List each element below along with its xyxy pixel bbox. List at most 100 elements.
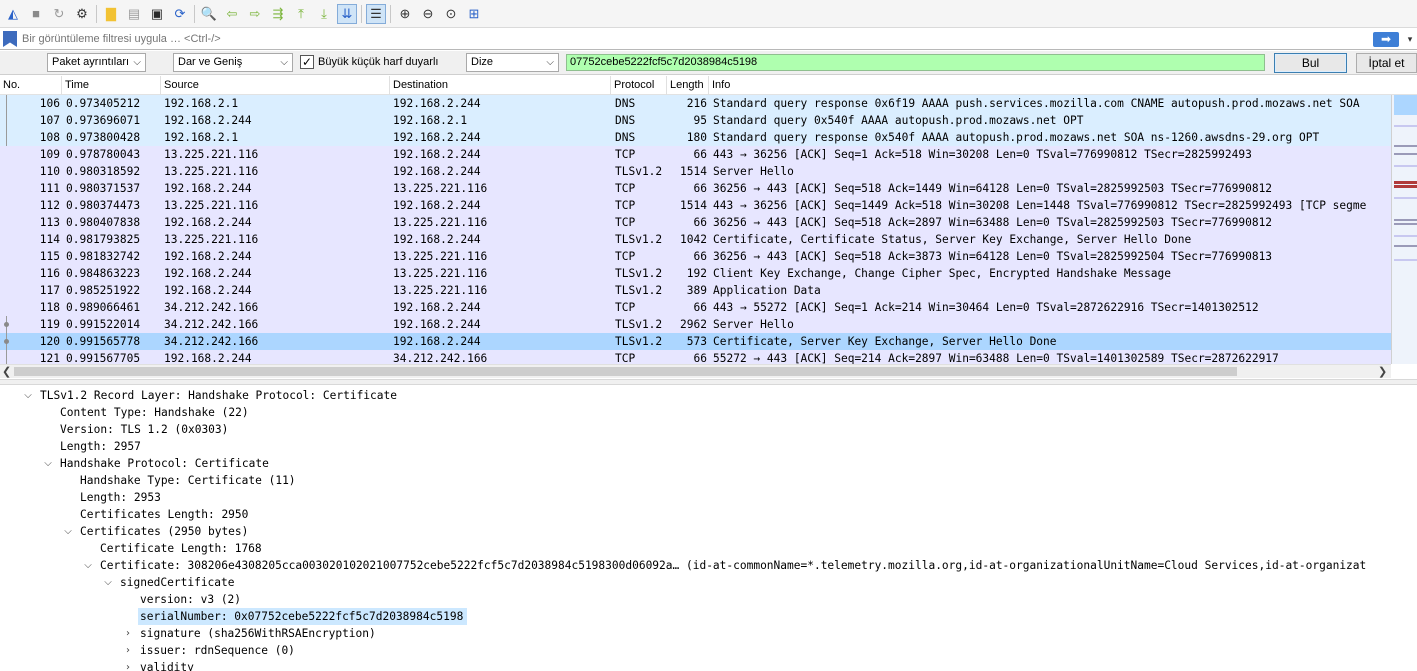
auto-scroll-icon[interactable]: ⇊ [337,3,357,24]
column-header-length[interactable]: Length [667,76,709,95]
zoom-in-icon[interactable]: ⊕ [395,4,415,24]
packet-cell-no: 111 [39,182,60,195]
detail-tree-row[interactable]: ⌵ Certificate: 308206e4308205cca003020102… [0,557,1417,574]
packet-row[interactable]: 117 0.985251922 192.168.2.244 13.225.221.11… [0,282,1391,299]
last-packet-icon[interactable]: ⤓ [314,4,334,24]
detail-tree-row[interactable]: ⌵ TLSv1.2 Record Layer: Handshake Protoco… [0,387,1417,404]
detail-tree-row[interactable]: version: v3 (2) [0,591,1417,608]
packet-row[interactable]: 108 0.973800428 192.168.2.1 192.168.2.244 DN… [0,129,1391,146]
detail-field: version: v3 (2) [140,593,242,606]
character-width-select[interactable]: Dar ve Geniş ⌵ [173,53,293,72]
scrollbar-thumb[interactable] [14,367,1237,376]
minimap-mark [1394,181,1417,184]
column-header-protocol[interactable]: Protocol [611,76,667,95]
detail-field: Content Type: Handshake (22) [60,406,249,419]
detail-tree-row[interactable]: ⌵ Handshake Protocol: Certificate [0,455,1417,472]
scroll-left-arrow-icon[interactable]: ❮ [2,365,11,378]
first-packet-icon[interactable]: ⤒ [291,4,311,24]
resize-columns-icon[interactable]: ⊞ [464,4,484,24]
expanded-chevron-icon[interactable]: ⌵ [102,574,114,591]
packet-cell-time: 0.978780043 [66,148,141,161]
save-file-icon[interactable]: ▤ [124,4,144,24]
detail-tree-row[interactable]: Length: 2953 [0,489,1417,506]
packet-row[interactable]: 113 0.980407838 192.168.2.244 13.225.221.11… [0,214,1391,231]
packet-row[interactable]: 107 0.973696071 192.168.2.244 192.168.2.1 DN… [0,112,1391,129]
collapsed-chevron-icon[interactable]: › [122,642,134,659]
detail-tree-row[interactable]: Handshake Type: Certificate (11) [0,472,1417,489]
pane-splitter[interactable] [0,379,1417,385]
packet-cell-dst: 13.225.221.116 [393,250,488,263]
column-header-no[interactable]: No. [0,76,62,95]
detail-tree-row[interactable]: › signature (sha256WithRSAEncryption) [0,625,1417,642]
packet-row[interactable]: 119 0.991522014 34.212.242.166 192.168.2.24… [0,316,1391,333]
zoom-out-icon[interactable]: ⊖ [418,4,438,24]
expanded-chevron-icon[interactable]: ⌵ [22,387,34,404]
packet-list-minimap-scrollbar[interactable] [1391,95,1417,364]
start-capture-icon[interactable]: ◭ [3,4,23,24]
expanded-chevron-icon[interactable]: ⌵ [62,523,74,540]
expanded-chevron-icon[interactable]: ⌵ [42,455,54,472]
column-header-source[interactable]: Source [161,76,390,95]
column-header-time[interactable]: Time [62,76,161,95]
collapsed-chevron-icon[interactable]: › [122,659,134,671]
restart-capture-icon[interactable]: ↻ [49,4,69,24]
find-button[interactable]: Bul [1274,53,1347,73]
packet-row[interactable]: 118 0.989066461 34.212.242.166 192.168.2.24… [0,299,1391,316]
search-in-select[interactable]: Paket ayrıntıları ⌵ [47,53,146,72]
detail-tree-row[interactable]: Length: 2957 [0,438,1417,455]
expanded-chevron-icon[interactable]: ⌵ [82,557,94,574]
packet-row[interactable]: 112 0.980374473 13.225.221.116 192.168.2.24… [0,197,1391,214]
go-back-icon[interactable]: ⇦ [222,4,242,24]
go-forward-icon[interactable]: ⇨ [245,4,265,24]
detail-tree-row[interactable]: ⌵ Certificates (2950 bytes) [0,523,1417,540]
filter-bookmark-icon[interactable] [3,31,17,47]
minimap-mark [1394,185,1417,188]
reload-file-icon[interactable]: ⟳ [170,4,190,24]
packet-cell-no: 121 [39,352,60,364]
packet-row-selected[interactable]: 120 0.991565778 34.212.242.166 192.168.2.24… [0,333,1391,350]
packet-row[interactable]: 114 0.981793825 13.225.221.116 192.168.2.24… [0,231,1391,248]
apply-filter-arrow-icon[interactable]: ➡ [1373,31,1399,47]
detail-tree-row[interactable]: Content Type: Handshake (22) [0,404,1417,421]
detail-tree-row[interactable]: Certificates Length: 2950 [0,506,1417,523]
detail-tree-row[interactable]: › validity [0,659,1417,671]
packet-row[interactable]: 121 0.991567705 192.168.2.244 34.212.242.16… [0,350,1391,364]
search-type-select[interactable]: Dize ⌵ [466,53,559,72]
packet-cell-len: 1514 [680,199,707,212]
packet-cell-len: 180 [686,131,707,144]
detail-tree-row[interactable]: Certificate Length: 1768 [0,540,1417,557]
minimap-mark [1394,95,1417,115]
colorize-icon[interactable]: ☰ [366,3,386,24]
scroll-right-arrow-icon[interactable]: ❯ [1378,365,1387,378]
minimap-mark [1394,245,1417,247]
cancel-button[interactable]: İptal et [1356,53,1417,73]
packet-row[interactable]: 116 0.984863223 192.168.2.244 13.225.221.11… [0,265,1391,282]
detail-tree-row[interactable]: › issuer: rdnSequence (0) [0,642,1417,659]
packet-row[interactable]: 111 0.980371537 192.168.2.244 13.225.221.11… [0,180,1391,197]
case-sensitive-checkbox[interactable]: ✓ [300,55,314,69]
capture-options-icon[interactable]: ⚙ [72,4,92,24]
go-to-packet-icon[interactable]: ⇶ [268,4,288,24]
packet-row[interactable]: 109 0.978780043 13.225.221.116 192.168.2.24… [0,146,1391,163]
packet-row[interactable]: 106 0.973405212 192.168.2.1 192.168.2.244 DN… [0,95,1391,112]
packet-cell-len: 2962 [680,318,707,331]
search-string-input[interactable]: 07752cebe5222fcf5c7d2038984c5198 [566,54,1265,71]
packet-row[interactable]: 115 0.981832742 192.168.2.244 13.225.221.11… [0,248,1391,265]
detail-tree-row[interactable]: serialNumber: 0x07752cebe5222fcf5c7d2038… [0,608,1417,625]
display-filter-input[interactable] [22,33,1373,45]
packet-row[interactable]: 110 0.980318592 13.225.221.116 192.168.2.24… [0,163,1391,180]
find-packet-icon[interactable]: 🔍 [199,4,219,24]
collapsed-chevron-icon[interactable]: › [122,625,134,642]
detail-tree-row[interactable]: Version: TLS 1.2 (0x0303) [0,421,1417,438]
column-header-info[interactable]: Info [709,76,1417,95]
open-file-icon[interactable]: ▇ [101,4,121,24]
filter-history-chevron-down-icon[interactable]: ▾ [1403,34,1417,45]
column-header-destination[interactable]: Destination [390,76,611,95]
detail-tree-row[interactable]: ⌵ signedCertificate [0,574,1417,591]
stop-capture-icon[interactable]: ■ [26,4,46,24]
normal-size-icon[interactable]: ⊙ [441,4,461,24]
packet-cell-proto: TLSv1.2 [615,335,663,348]
close-file-icon[interactable]: ▣ [147,4,167,24]
packet-list-horizontal-scrollbar[interactable]: ❮ ❯ [0,364,1391,378]
packet-cell-info: 36256 → 443 [ACK] Seq=518 Ack=2897 Win=6… [713,216,1273,229]
